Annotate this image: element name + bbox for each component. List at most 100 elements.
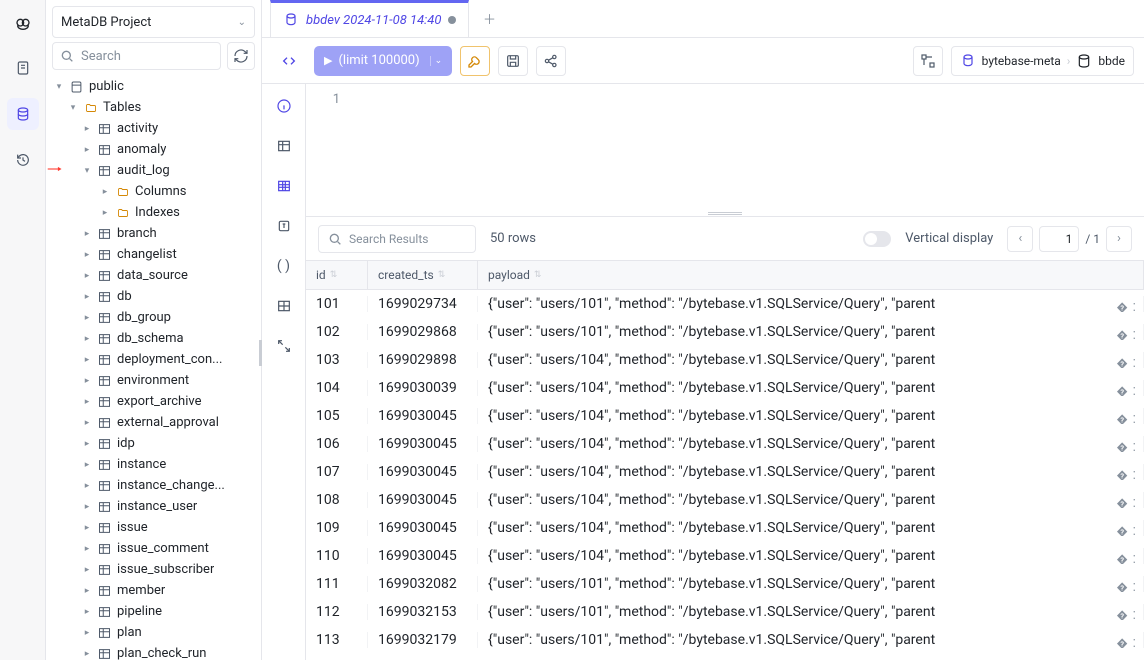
expand-cell-icon[interactable]: � ⁚ [1116, 637, 1137, 648]
rail-grid-icon[interactable] [270, 292, 298, 320]
refresh-button[interactable] [227, 42, 255, 70]
cell-id: 103 [306, 352, 368, 368]
expand-cell-icon[interactable]: � ⁚ [1116, 497, 1137, 508]
tree-table-idp[interactable]: ▸idp [54, 433, 261, 454]
expand-cell-icon[interactable]: � ⁚ [1116, 469, 1137, 480]
tree-table-instance[interactable]: ▸instance [54, 454, 261, 475]
chevron-icon: ▸ [82, 544, 92, 554]
tree-table-issue[interactable]: ▸issue [54, 517, 261, 538]
share-button[interactable] [536, 46, 566, 76]
tree-table-audit_log[interactable]: ▾audit_log [54, 160, 261, 181]
pager-next-button[interactable]: › [1106, 226, 1132, 252]
results-toolbar: Search Results 50 rows Vertical display … [306, 216, 1144, 260]
table-row[interactable]: 108 1699030045 {"user": "users/104", "me… [306, 486, 1144, 514]
tree-table-data_source[interactable]: ▸data_source [54, 265, 261, 286]
expand-cell-icon[interactable]: � ⁚ [1116, 441, 1137, 452]
tree-link-button[interactable] [913, 46, 943, 76]
editor-toolbar: ▶ (limit 100000) ⌄ bytebase-meta › [262, 38, 1144, 84]
tree-item-label: db [117, 289, 132, 304]
table-row[interactable]: 109 1699030045 {"user": "users/104", "me… [306, 514, 1144, 542]
tree-item-icon [97, 142, 112, 157]
table-row[interactable]: 101 1699029734 {"user": "users/101", "me… [306, 290, 1144, 318]
pager-prev-button[interactable]: ‹ [1007, 226, 1033, 252]
app-logo[interactable] [9, 10, 37, 38]
table-row[interactable]: 105 1699030045 {"user": "users/104", "me… [306, 402, 1144, 430]
connection-breadcrumb[interactable]: bytebase-meta › bbde [951, 46, 1134, 76]
table-row[interactable]: 112 1699032153 {"user": "users/101", "me… [306, 598, 1144, 626]
save-button[interactable] [498, 46, 528, 76]
tree-table-deployment_con-[interactable]: ▸deployment_con... [54, 349, 261, 370]
tree-table-plan_check_run[interactable]: ▸plan_check_run [54, 643, 261, 660]
tree-table-issue_comment[interactable]: ▸issue_comment [54, 538, 261, 559]
tree-tables-folder[interactable]: ▾Tables [54, 97, 261, 118]
table-row[interactable]: 113 1699032179 {"user": "users/101", "me… [306, 626, 1144, 654]
expand-cell-icon[interactable]: � ⁚ [1116, 385, 1137, 396]
schema-search-input[interactable]: Search [52, 42, 221, 70]
rail-table-icon[interactable] [270, 132, 298, 160]
table-row[interactable]: 103 1699029898 {"user": "users/104", "me… [306, 346, 1144, 374]
table-row[interactable]: 106 1699030045 {"user": "users/104", "me… [306, 430, 1144, 458]
vertical-display-toggle[interactable] [863, 231, 891, 247]
expand-cell-icon[interactable]: � ⁚ [1116, 581, 1137, 592]
tree-table-instance_user[interactable]: ▸instance_user [54, 496, 261, 517]
cell-created-ts: 1699030045 [368, 492, 478, 508]
app-nav-rail [0, 0, 46, 660]
tree-table-environment[interactable]: ▸environment [54, 370, 261, 391]
table-row[interactable]: 104 1699030039 {"user": "users/104", "me… [306, 374, 1144, 402]
expand-cell-icon[interactable]: � ⁚ [1116, 413, 1137, 424]
tree-table-activity[interactable]: ▸activity [54, 118, 261, 139]
tree-folder-indexes[interactable]: ▸Indexes [54, 202, 261, 223]
rail-parens-icon[interactable]: ( ) [270, 252, 298, 280]
editor-tab-active[interactable]: bbdev 2024-11-08 14:40 [270, 0, 469, 37]
tree-table-external_approval[interactable]: ▸external_approval [54, 412, 261, 433]
tree-item-icon [97, 247, 112, 262]
pager-page-input[interactable]: 1 [1039, 226, 1079, 252]
column-header-id[interactable]: id⇅ [306, 261, 368, 289]
expand-cell-icon[interactable]: � ⁚ [1116, 329, 1137, 340]
tree-table-plan[interactable]: ▸plan [54, 622, 261, 643]
tree-table-pipeline[interactable]: ▸pipeline [54, 601, 261, 622]
tree-table-export_archive[interactable]: ▸export_archive [54, 391, 261, 412]
tree-table-member[interactable]: ▸member [54, 580, 261, 601]
add-tab-button[interactable]: ＋ [475, 5, 503, 33]
nav-worksheet-icon[interactable] [7, 52, 39, 84]
tree-item-label: issue [117, 520, 148, 535]
nav-history-icon[interactable] [7, 144, 39, 176]
expand-cell-icon[interactable]: � ⁚ [1116, 357, 1137, 368]
tree-table-changelist[interactable]: ▸changelist [54, 244, 261, 265]
rail-info-icon[interactable] [270, 92, 298, 120]
table-row[interactable]: 102 1699029868 {"user": "users/101", "me… [306, 318, 1144, 346]
table-row[interactable]: 110 1699030045 {"user": "users/104", "me… [306, 542, 1144, 570]
expand-cell-icon[interactable]: � ⁚ [1116, 609, 1137, 620]
tree-table-instance_change-[interactable]: ▸instance_change... [54, 475, 261, 496]
tree-table-db_group[interactable]: ▸db_group [54, 307, 261, 328]
expand-cell-icon[interactable]: � ⁚ [1116, 525, 1137, 536]
column-header-payload[interactable]: payload⇅ [478, 261, 1144, 289]
cell-id: 110 [306, 548, 368, 564]
nav-database-icon[interactable] [7, 98, 39, 130]
tree-item-label: Columns [135, 184, 187, 199]
expand-cell-icon[interactable]: � ⁚ [1116, 301, 1137, 312]
rail-data-icon[interactable] [270, 172, 298, 200]
results-search-input[interactable]: Search Results [318, 225, 476, 253]
rail-function-icon[interactable] [270, 212, 298, 240]
tree-table-issue_subscriber[interactable]: ▸issue_subscriber [54, 559, 261, 580]
rail-expand-icon[interactable] [270, 332, 298, 360]
tree-table-db[interactable]: ▸db [54, 286, 261, 307]
project-selector[interactable]: MetaDB Project ⌄ [52, 6, 255, 38]
expand-cell-icon[interactable]: � ⁚ [1116, 553, 1137, 564]
sql-editor[interactable]: 1 [306, 84, 1144, 210]
run-query-button[interactable]: ▶ (limit 100000) ⌄ [314, 46, 452, 76]
run-dropdown-icon[interactable]: ⌄ [430, 56, 447, 66]
tree-table-branch[interactable]: ▸branch [54, 223, 261, 244]
table-row[interactable]: 107 1699030045 {"user": "users/104", "me… [306, 458, 1144, 486]
tree-table-db_schema[interactable]: ▸db_schema [54, 328, 261, 349]
column-header-created-ts[interactable]: created_ts⇅ [368, 261, 478, 289]
format-sql-button[interactable] [460, 46, 490, 76]
tree-folder-columns[interactable]: ▸Columns [54, 181, 261, 202]
tree-schema[interactable]: ▾public [54, 76, 261, 97]
chevron-icon: ▸ [82, 313, 92, 323]
table-row[interactable]: 111 1699032082 {"user": "users/101", "me… [306, 570, 1144, 598]
chevron-icon: ▸ [82, 397, 92, 407]
tree-table-anomaly[interactable]: ▸anomaly [54, 139, 261, 160]
